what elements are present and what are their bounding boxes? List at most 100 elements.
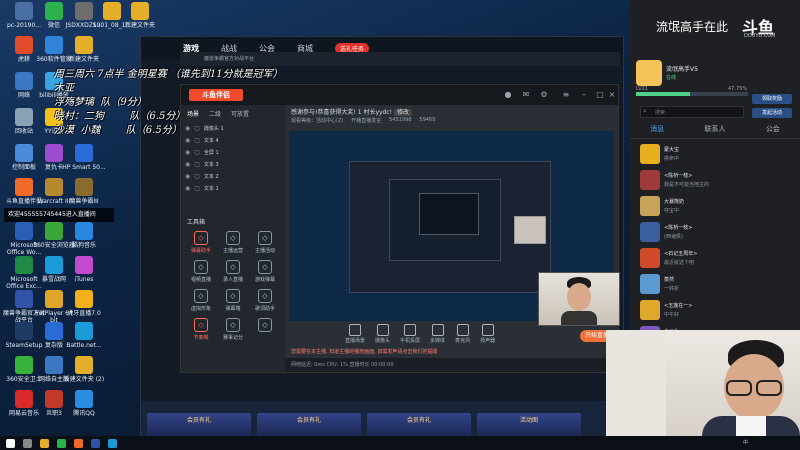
contact-item[interactable]: <石记五周年> 最近就这个吧 (640, 248, 790, 268)
eye-icon[interactable]: ◉ (185, 161, 190, 168)
contact-name: 蒙大宝 (664, 147, 680, 153)
contact-item[interactable]: <陈桥一枝> 我是不可能当地主的 (640, 170, 790, 190)
settings-icon[interactable]: ⚙ (539, 90, 549, 100)
contact-item[interactable]: 大暴熊奶 夺宝中 (640, 196, 790, 216)
desktop-icon[interactable]: iTunes (62, 256, 106, 283)
app-icon (15, 2, 33, 20)
layer-row[interactable]: ◉ ▢ 文本 1 (181, 182, 285, 194)
desktop-icon[interactable]: 新建文件夹 (118, 2, 162, 29)
avatar-icon[interactable]: ● (503, 90, 513, 100)
desktop-icon-label: 新建文件夹 (2) (63, 376, 105, 383)
avatar[interactable] (636, 60, 662, 86)
tool-item[interactable]: ◇ 主播活动 (249, 231, 281, 254)
explorer-icon[interactable] (40, 438, 49, 448)
avatar (640, 144, 660, 164)
douyu-icon[interactable] (74, 438, 83, 448)
lock-icon[interactable]: ▢ (194, 161, 200, 168)
lock-icon[interactable]: ▢ (194, 173, 200, 180)
desktop-icon[interactable]: 魔兽争霸III (62, 178, 106, 205)
minimize-icon[interactable]: – (579, 90, 589, 100)
layer-row[interactable]: ◉ ▢ 全屏 1 (181, 146, 285, 158)
desktop-icon[interactable]: 新建文件夹 (2) (62, 356, 106, 383)
taskview-icon[interactable] (23, 438, 32, 448)
contact-name: 大暴熊奶 (664, 199, 685, 205)
tool-item[interactable]: ◇ 歌词助手 (249, 289, 281, 312)
app-icon (15, 356, 33, 374)
desktop-icon[interactable]: 腾讯QQ (62, 390, 106, 417)
maximize-icon[interactable]: □ (595, 90, 605, 100)
desktop-icon[interactable]: HP Smart 50... (62, 144, 106, 171)
stream-text-overlay: 周三周六 7点半 金明星赛 （谁先到11分就是冠军） 木亚 浮殇梦璃 队（9分）… (54, 68, 283, 138)
tool-item[interactable]: ◇ 游戏弹幕 (249, 260, 281, 283)
search-input[interactable]: 搜索 (640, 106, 744, 118)
eye-icon[interactable]: ◉ (185, 149, 190, 156)
contact-signature: 拼命中 (664, 156, 680, 162)
control-icon (431, 324, 444, 336)
source-control[interactable]: 多媒体 (430, 324, 445, 346)
layer-row[interactable]: ◉ ▢ 文本 2 (181, 170, 285, 182)
desktop-icon[interactable]: 虎牙直播7.0 (62, 290, 106, 317)
tile-2[interactable]: 会员有礼 (257, 413, 361, 437)
claim-reward-button[interactable]: 领取奖励 (752, 94, 792, 104)
desktop-icon[interactable]: Battle.net... (62, 322, 106, 349)
tab-messages[interactable]: 消息 (650, 124, 664, 138)
contact-name: <石记五周年> (664, 251, 698, 257)
source-control[interactable]: 手机投屏 (400, 324, 420, 346)
tool-item[interactable]: ◇ (249, 318, 281, 341)
lock-icon[interactable]: ▢ (194, 185, 200, 192)
edit-title-button[interactable]: 修改 (393, 109, 412, 116)
eye-icon[interactable]: ◉ (185, 173, 190, 180)
tool-label: 录人直播 (222, 277, 243, 283)
contact-name: 蒸然 (664, 277, 675, 283)
tool-icon: ◇ (226, 289, 240, 303)
desktop-icon[interactable]: 新建文件夹 (62, 36, 106, 63)
tool-item[interactable]: ◇ 弹幕墙 (217, 289, 249, 312)
app-icon (75, 290, 93, 308)
eye-icon[interactable]: ◉ (185, 185, 190, 192)
contact-item[interactable]: <玉莲在一> 中午好 (640, 300, 790, 320)
tool-label: 主播运营 (222, 248, 243, 254)
battlenet-icon[interactable] (108, 438, 117, 448)
message-icon[interactable]: ✉ (521, 90, 531, 100)
source-control[interactable]: 麦克风 (455, 324, 470, 346)
tool-item[interactable]: ◇ 弹幕助手 (185, 231, 217, 254)
streamer-name: 流氓高手在此 (656, 20, 729, 34)
wechat-icon[interactable] (57, 438, 66, 448)
start-icon[interactable] (6, 438, 15, 448)
warcraft-icon[interactable] (91, 438, 100, 448)
app-icon (15, 390, 33, 408)
tile-4[interactable]: 活动图 (477, 413, 581, 437)
scene-panel: 场景 二级 可放置 ◉ ▢ 摄像头 1 ◉ ▢ 文本 4 ◉ ▢ 全屏 1 ◉ ▢ 文本 3 ◉ ▢ 文本 … (181, 105, 285, 372)
close-icon[interactable]: × (607, 90, 617, 100)
tile-3[interactable]: 会员有礼 (367, 413, 471, 437)
ime-indicator[interactable]: 中 (743, 436, 748, 450)
source-control[interactable]: 直播场景 (345, 324, 365, 346)
tool-item[interactable]: ◇ 虚拟形象 (185, 289, 217, 312)
contact-item[interactable]: <陈桥一枝> (西诸侯) (640, 222, 790, 242)
overlay-line-5: 沙漠 小魏 队（6.5分） (54, 125, 182, 136)
start-activity-button[interactable]: 发起活动 (752, 108, 792, 118)
tile-1[interactable]: 会员有礼 (147, 413, 251, 437)
lock-icon[interactable]: ▢ (194, 149, 200, 156)
tool-item[interactable]: ◇ 录人直播 (217, 260, 249, 283)
avatar (640, 222, 660, 242)
source-control[interactable]: 摄像头 (375, 324, 390, 346)
tab-guild-chat[interactable]: 公会 (766, 124, 780, 138)
tab-contacts[interactable]: 联系人 (704, 124, 725, 138)
contact-item[interactable]: 蒙大宝 拼命中 (640, 144, 790, 164)
control-label: 麦克风 (455, 338, 471, 344)
tool-item[interactable]: ◇ 主播运营 (217, 231, 249, 254)
tool-item[interactable]: ◇ 赛事记分 (217, 318, 249, 341)
menu-icon[interactable]: ≡ (561, 90, 571, 100)
desktop-icon[interactable]: 酷狗音乐 (62, 222, 106, 249)
app-icon (75, 390, 93, 408)
room-title-text: 感谢参与!恭喜获得大奖! 1 村长yydc! (291, 109, 393, 116)
tool-icon: ◇ (194, 289, 208, 303)
contact-item[interactable]: 蒸然 一转折 (640, 274, 790, 294)
desktop-icon-label: 酷狗音乐 (71, 242, 96, 249)
tool-item[interactable]: ◇ 视频直播 (185, 260, 217, 283)
tool-item[interactable]: ◇ 节奏喂 (185, 318, 217, 341)
layer-row[interactable]: ◉ ▢ 文本 3 (181, 158, 285, 170)
source-control[interactable]: 扬声器 (480, 324, 495, 346)
tool-label: 弹幕墙 (225, 306, 241, 312)
